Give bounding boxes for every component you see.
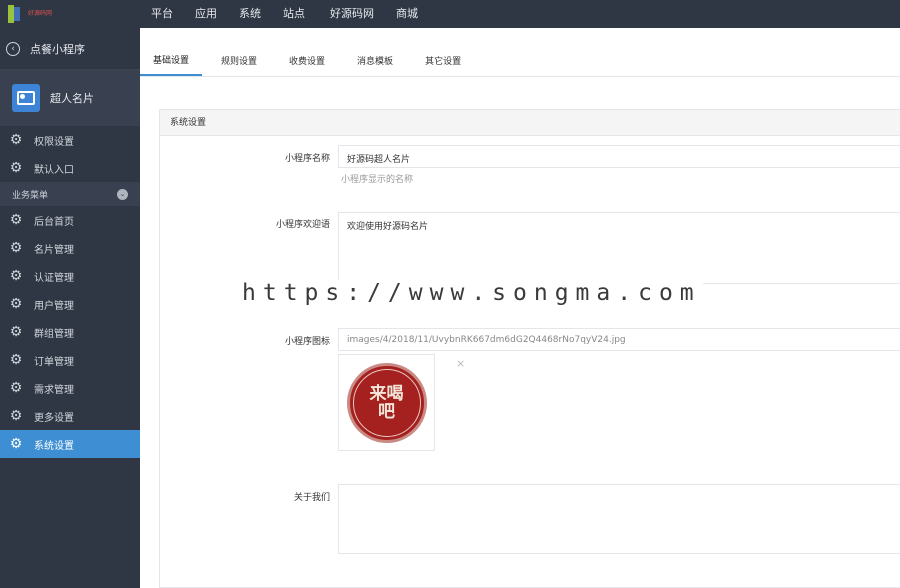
sidebar-item-label: 权限设置 [34, 136, 74, 148]
gear-icon: ⚙ [9, 408, 23, 424]
sidebar-item-label: 默认入口 [34, 164, 74, 176]
about-label: 关于我们 [293, 493, 330, 503]
sidebar-item-label: 系统设置 [34, 440, 74, 452]
top-navbar: 好源码网 平台 应用 系统 站点 好源码网 商城 [0, 0, 900, 28]
tab-message-templates[interactable]: 消息模板 [344, 54, 406, 76]
chevron-left-icon: ‹ [6, 41, 20, 56]
sidebar-section-business[interactable]: 业务菜单 ⌄ [0, 182, 140, 206]
sidebar-item-groups[interactable]: ⚙ 群组管理 [0, 318, 140, 346]
site-logo[interactable]: 好源码网 [0, 0, 140, 28]
seal-logo-image: 来喝吧 [346, 362, 427, 443]
panel-title: 系统设置 [160, 110, 900, 136]
sidebar-item-label: 订单管理 [34, 356, 74, 368]
gear-icon: ⚙ [9, 324, 23, 340]
sidebar-item-more-settings[interactable]: ⚙ 更多设置 [0, 402, 140, 430]
tab-basic-settings[interactable]: 基础设置 [140, 53, 203, 76]
tab-other-settings[interactable]: 其它设置 [412, 54, 474, 76]
app-name-label: 小程序名称 [284, 154, 330, 164]
nav-item-mall[interactable]: 商城 [385, 0, 429, 28]
app-name-help: 小程序显示的名称 [341, 175, 414, 185]
settings-tabs: 基础设置 规则设置 收费设置 消息模板 其它设置 [140, 28, 900, 77]
icon-label: 小程序图标 [284, 337, 330, 347]
main-content: 基础设置 规则设置 收费设置 消息模板 其它设置 系统设置 小程序名称 好源码超… [140, 28, 900, 588]
current-app: 超人名片 [0, 70, 140, 126]
icon-path-input[interactable]: images/4/2018/11/UvybnRK667dm6dG2Q4468rN… [338, 328, 900, 351]
welcome-textarea[interactable]: 欢迎使用好源码名片 [338, 212, 900, 284]
sidebar: ‹ 点餐小程序 超人名片 ⚙ 权限设置 ⚙ 默认入口 业务菜单 ⌄ ⚙ 后台首页… [0, 28, 140, 588]
chevron-down-icon[interactable]: ⌄ [117, 188, 128, 200]
welcome-label: 小程序欢迎语 [275, 220, 330, 230]
remove-image-icon[interactable]: × [456, 357, 465, 370]
gear-icon: ⚙ [9, 212, 23, 228]
sidebar-item-label: 需求管理 [34, 384, 74, 396]
gear-icon: ⚙ [9, 132, 23, 148]
sidebar-item-permissions[interactable]: ⚙ 权限设置 [0, 126, 140, 154]
sidebar-item-label: 更多设置 [34, 412, 74, 424]
sidebar-item-label: 后台首页 [34, 216, 74, 228]
watermark-text: https://www.songma.com [240, 280, 703, 306]
gear-icon: ⚙ [9, 160, 23, 176]
sidebar-item-dashboard[interactable]: ⚙ 后台首页 [0, 206, 140, 234]
logo-icon [8, 5, 22, 23]
icon-preview[interactable]: 来喝吧 [338, 354, 435, 451]
business-card-icon [12, 84, 40, 112]
system-settings-panel: 系统设置 小程序名称 好源码超人名片 小程序显示的名称 小程序欢迎语 欢迎使用好… [159, 109, 900, 588]
sidebar-item-users[interactable]: ⚙ 用户管理 [0, 290, 140, 318]
tab-rule-settings[interactable]: 规则设置 [208, 54, 270, 76]
sidebar-item-label: 用户管理 [34, 300, 74, 312]
sidebar-item-cards[interactable]: ⚙ 名片管理 [0, 234, 140, 262]
nav-item-platform[interactable]: 平台 [140, 0, 184, 28]
about-textarea[interactable] [338, 484, 900, 554]
nav-item-site[interactable]: 站点 [272, 0, 316, 28]
sidebar-item-label: 名片管理 [34, 244, 74, 256]
gear-icon: ⚙ [9, 352, 23, 368]
top-nav: 平台 应用 系统 站点 好源码网 商城 [140, 0, 429, 28]
nav-item-haoyuanma[interactable]: 好源码网 [316, 0, 385, 28]
sidebar-item-label: 群组管理 [34, 328, 74, 340]
gear-icon: ⚙ [9, 268, 23, 284]
back-label: 点餐小程序 [30, 42, 85, 56]
sidebar-item-verification[interactable]: ⚙ 认证管理 [0, 262, 140, 290]
app-name-input[interactable]: 好源码超人名片 [338, 145, 900, 168]
sidebar-item-system-settings[interactable]: ⚙ 系统设置 [0, 430, 140, 458]
tab-fee-settings[interactable]: 收费设置 [276, 54, 338, 76]
app-name: 超人名片 [50, 92, 94, 105]
sidebar-item-orders[interactable]: ⚙ 订单管理 [0, 346, 140, 374]
gear-icon: ⚙ [9, 436, 23, 452]
sidebar-item-demands[interactable]: ⚙ 需求管理 [0, 374, 140, 402]
back-to-app-button[interactable]: ‹ 点餐小程序 [0, 28, 140, 70]
gear-icon: ⚙ [9, 380, 23, 396]
sidebar-item-default-entry[interactable]: ⚙ 默认入口 [0, 154, 140, 182]
nav-item-apps[interactable]: 应用 [184, 0, 228, 28]
nav-item-system[interactable]: 系统 [228, 0, 272, 28]
logo-text: 好源码网 [28, 10, 53, 17]
sidebar-item-label: 认证管理 [34, 272, 74, 284]
gear-icon: ⚙ [9, 240, 23, 256]
gear-icon: ⚙ [9, 296, 23, 312]
section-label: 业务菜单 [12, 190, 49, 201]
seal-text: 来喝吧 [352, 368, 421, 437]
